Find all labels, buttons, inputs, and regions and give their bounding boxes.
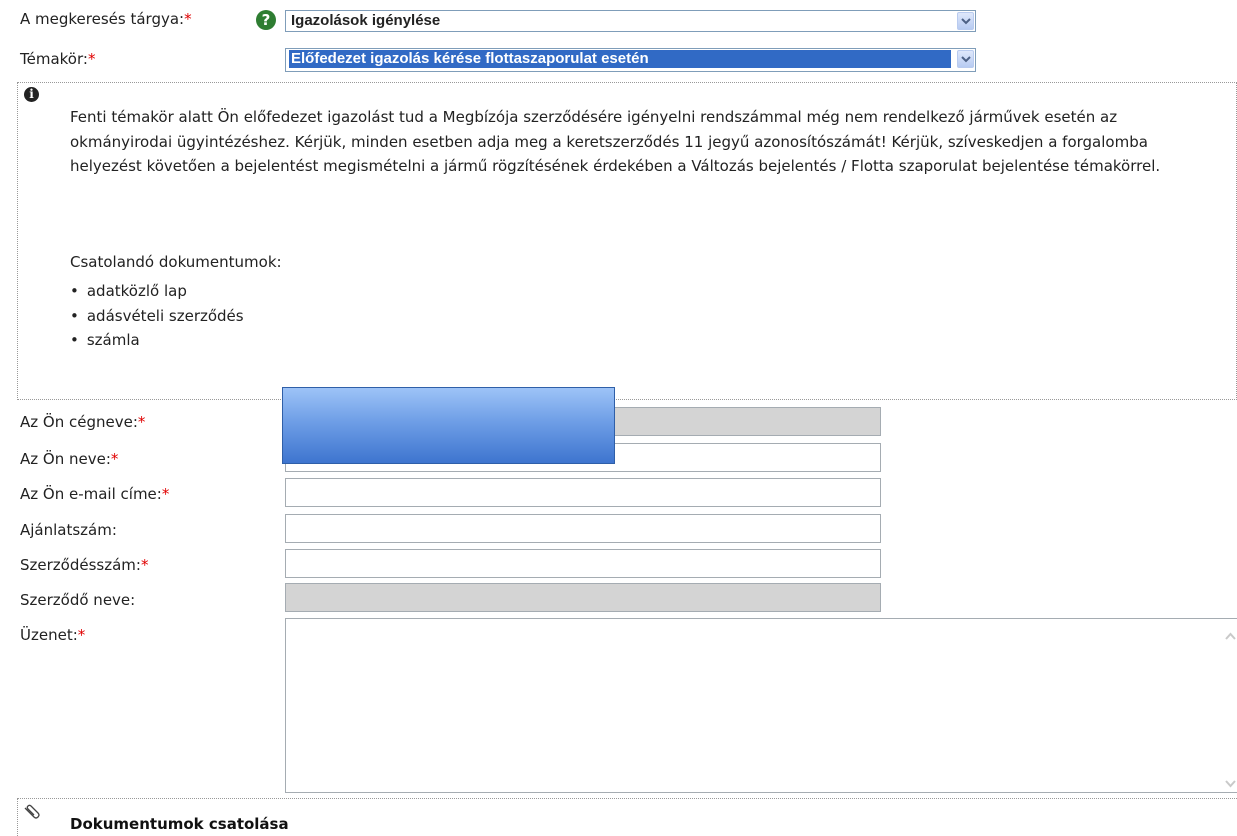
contract-field[interactable] [285,549,881,578]
name-label: Az Ön neve:* [20,450,119,468]
contractor-label: Szerződő neve: [20,591,136,609]
scroll-down-icon[interactable] [1223,775,1237,790]
subject-label: A megkeresés tárgya:* [20,10,192,28]
topic-label: Témakör:* [20,50,96,68]
docs-list: adatközlő lap adásvételi szerződés száml… [70,279,244,353]
list-item: adatközlő lap [70,279,244,304]
scrollbar[interactable] [1222,619,1237,792]
chevron-down-icon[interactable] [957,50,974,68]
list-item: számla [70,328,244,353]
redaction-overlay [282,387,615,464]
topic-select[interactable]: Előfedezet igazolás kérése flottaszaporu… [285,48,976,72]
scroll-up-icon[interactable] [1223,627,1237,642]
message-label: Üzenet:* [20,626,86,644]
message-textarea[interactable] [285,618,1237,793]
topic-select-value: Előfedezet igazolás kérése flottaszaporu… [289,50,951,68]
subject-select-value: Igazolások igénylése [291,12,441,29]
help-icon[interactable]: ? [256,10,276,30]
company-label: Az Ön cégneve:* [20,413,146,431]
email-label: Az Ön e-mail címe:* [20,485,170,503]
paperclip-icon [23,804,43,826]
attachments-section[interactable]: Dokumentumok csatolása [17,798,1237,836]
contractor-field [285,583,881,612]
info-box: i Fenti témakör alatt Ön előfedezet igaz… [17,82,1237,400]
chevron-down-icon[interactable] [957,12,974,30]
list-item: adásvételi szerződés [70,304,244,329]
info-icon: i [24,87,39,102]
attachments-title: Dokumentumok csatolása [70,815,289,833]
info-text: Fenti témakör alatt Ön előfedezet igazol… [70,108,1161,175]
email-field[interactable] [285,478,881,507]
docs-title: Csatolandó dokumentumok: [70,253,282,271]
offer-label: Ajánlatszám: [20,521,117,539]
subject-select[interactable]: Igazolások igénylése [285,10,976,32]
contract-label: Szerződésszám:* [20,556,149,574]
offer-field[interactable] [285,514,881,543]
